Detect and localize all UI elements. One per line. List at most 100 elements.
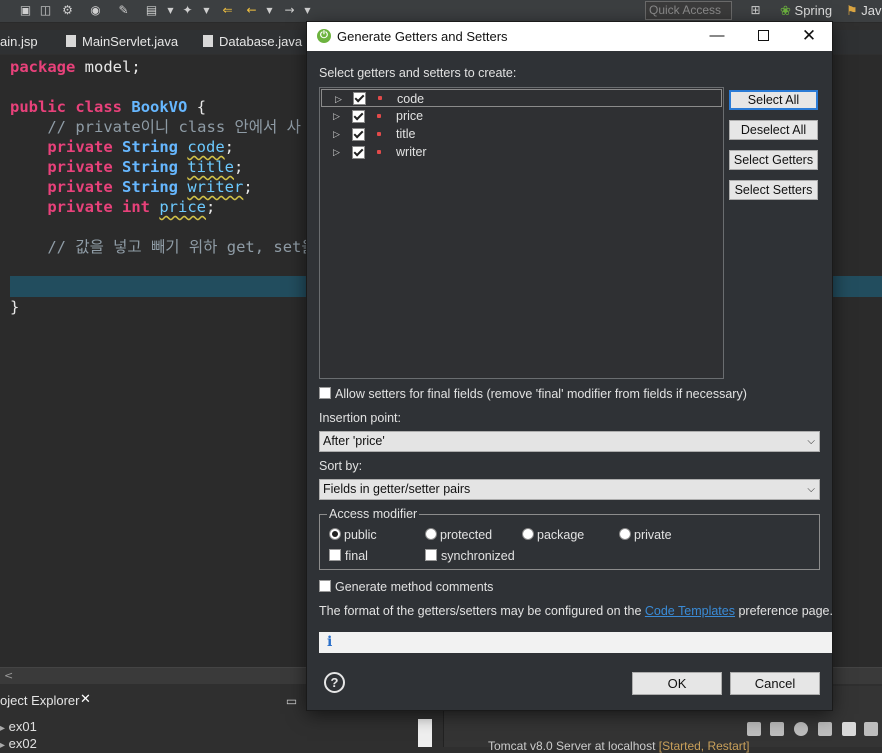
deselect-all-button[interactable]: Deselect All [729,120,818,140]
perspective-java[interactable]: ⚑ Jav [846,1,882,20]
maximize-button[interactable] [748,26,778,46]
stop-icon[interactable] [842,722,856,736]
chevron-left-icon[interactable]: < [4,668,13,684]
minimize-button[interactable]: — [702,26,732,46]
insertion-point-select[interactable]: After 'price' ⌵ [319,431,820,452]
tree-item-title[interactable]: ▷ title [320,125,723,143]
profile-icon[interactable] [818,722,832,736]
private-field-icon [377,114,381,118]
radio-icon[interactable] [425,528,437,540]
generate-getters-setters-dialog: ⏻ Generate Getters and Setters — ✕ Selec… [307,22,833,710]
allow-final-label: Allow setters for final fields (remove '… [335,387,747,401]
access-modifier-legend: Access modifier [327,507,420,521]
generate-comments-checkbox[interactable] [319,580,331,592]
dialog-title-bar[interactable]: ⏻ Generate Getters and Setters — ✕ [307,22,832,51]
help-button[interactable]: ? [324,672,345,693]
tree-item-ex02[interactable]: ▸ ex02 [0,736,37,751]
select-label: Select getters and setters to create: [319,66,517,80]
radio-icon[interactable] [522,528,534,540]
close-button[interactable]: ✕ [794,26,824,46]
debug-icon[interactable] [770,722,784,736]
final-checkbox[interactable] [329,549,341,561]
final-label: final [345,549,368,563]
quick-access-input[interactable]: Quick Access [645,1,732,20]
chevron-down-icon[interactable]: ▼ [163,3,178,18]
radio-protected[interactable]: protected [425,528,492,542]
radio-public[interactable]: public [329,528,377,542]
last-edit-icon[interactable]: ⇐ [220,3,235,18]
radio-icon[interactable] [329,528,341,540]
field-checkbox[interactable] [352,128,365,141]
back-icon[interactable]: ← [244,3,259,18]
synchronized-checkbox[interactable] [425,549,437,561]
chevron-right-icon: ▸ [0,740,6,751]
generate-comments-option[interactable]: Generate method comments [319,580,493,596]
project-explorer-tab[interactable]: oject Explorer [0,693,79,708]
field-checkbox[interactable] [352,146,365,159]
ok-button[interactable]: OK [632,672,722,695]
cancel-button[interactable]: Cancel [730,672,820,695]
format-info-text: The format of the getters/setters may be… [319,604,833,618]
tab-database-java[interactable]: Database.java [203,32,302,52]
code-line-class: public class BookVO { [10,98,207,116]
message-bar: i [319,632,832,653]
server-view-icon[interactable] [747,722,761,736]
radio-label: protected [440,528,493,542]
field-checkbox[interactable] [353,92,366,105]
tab-main-jsp[interactable]: ain.jsp [0,32,38,52]
expand-arrow-icon[interactable]: ▷ [333,143,340,161]
code-line-close: } [10,298,20,316]
globe-icon[interactable]: ◉ [88,3,103,18]
chevron-down-icon[interactable]: ▼ [300,3,315,18]
field-name: title [396,127,416,141]
java-file-icon [66,35,76,47]
private-field-icon [377,132,381,136]
generate-comments-label: Generate method comments [335,580,494,594]
chevron-down-icon[interactable]: ▼ [199,3,214,18]
insertion-point-label: Insertion point: [319,411,401,425]
tree-item-writer[interactable]: ▷ writer [320,143,723,161]
radio-private[interactable]: private [619,528,672,542]
chevron-down-icon: ⌵ [807,484,815,495]
server-entry[interactable]: Tomcat v8.0 Server at localhost [Started… [488,739,749,753]
tree-item-price[interactable]: ▷ price [320,107,723,125]
allow-final-option[interactable]: Allow setters for final fields (remove '… [319,387,747,403]
tree-item-ex01[interactable]: ▸ ex01 [0,719,37,734]
publish-icon[interactable] [864,722,878,736]
maximize-icon [757,30,769,41]
tab-mainservlet-java[interactable]: MainServlet.java [66,32,178,52]
radio-package[interactable]: package [522,528,584,542]
expand-arrow-icon[interactable]: ▷ [333,125,340,143]
private-field-icon [377,150,381,154]
run-icon[interactable] [794,722,808,736]
fields-tree[interactable]: ▷ code ▷ price ▷ title ▷ writer [319,87,724,379]
annotation-icon[interactable]: ✦ [180,3,195,18]
close-icon[interactable]: ✕ [80,692,91,707]
allow-final-checkbox[interactable] [319,387,331,399]
save-icon[interactable]: ▣ [18,3,33,18]
code-templates-link[interactable]: Code Templates [645,604,735,618]
open-perspective-icon[interactable]: ⊞ [748,3,763,18]
forward-icon[interactable]: → [282,3,297,18]
synchronized-option[interactable]: synchronized [425,549,515,563]
collapse-all-icon[interactable]: ▭ [284,694,299,709]
field-checkbox[interactable] [352,110,365,123]
expand-arrow-icon[interactable]: ▷ [335,90,342,108]
expand-arrow-icon[interactable]: ▷ [333,107,340,125]
java-icon[interactable]: ◫ [38,3,53,18]
final-option[interactable]: final [329,549,368,563]
select-getters-button[interactable]: Select Getters [729,150,818,170]
sort-by-select[interactable]: Fields in getter/setter pairs ⌵ [319,479,820,500]
server-icon[interactable]: ⚙ [60,3,75,18]
perspective-spring[interactable]: ❀ Spring [780,1,832,20]
explorer-vertical-scrollbar[interactable] [418,719,432,747]
chevron-down-icon[interactable]: ▼ [262,3,277,18]
radio-icon[interactable] [619,528,631,540]
tools-icon[interactable]: ✎ [116,3,131,18]
select-all-button[interactable]: Select All [729,90,818,110]
tree-item-code[interactable]: ▷ code [321,89,722,107]
sort-by-label: Sort by: [319,459,363,473]
new-file-icon[interactable]: ▤ [144,3,159,18]
radio-label: private [634,528,672,542]
select-setters-button[interactable]: Select Setters [729,180,818,200]
